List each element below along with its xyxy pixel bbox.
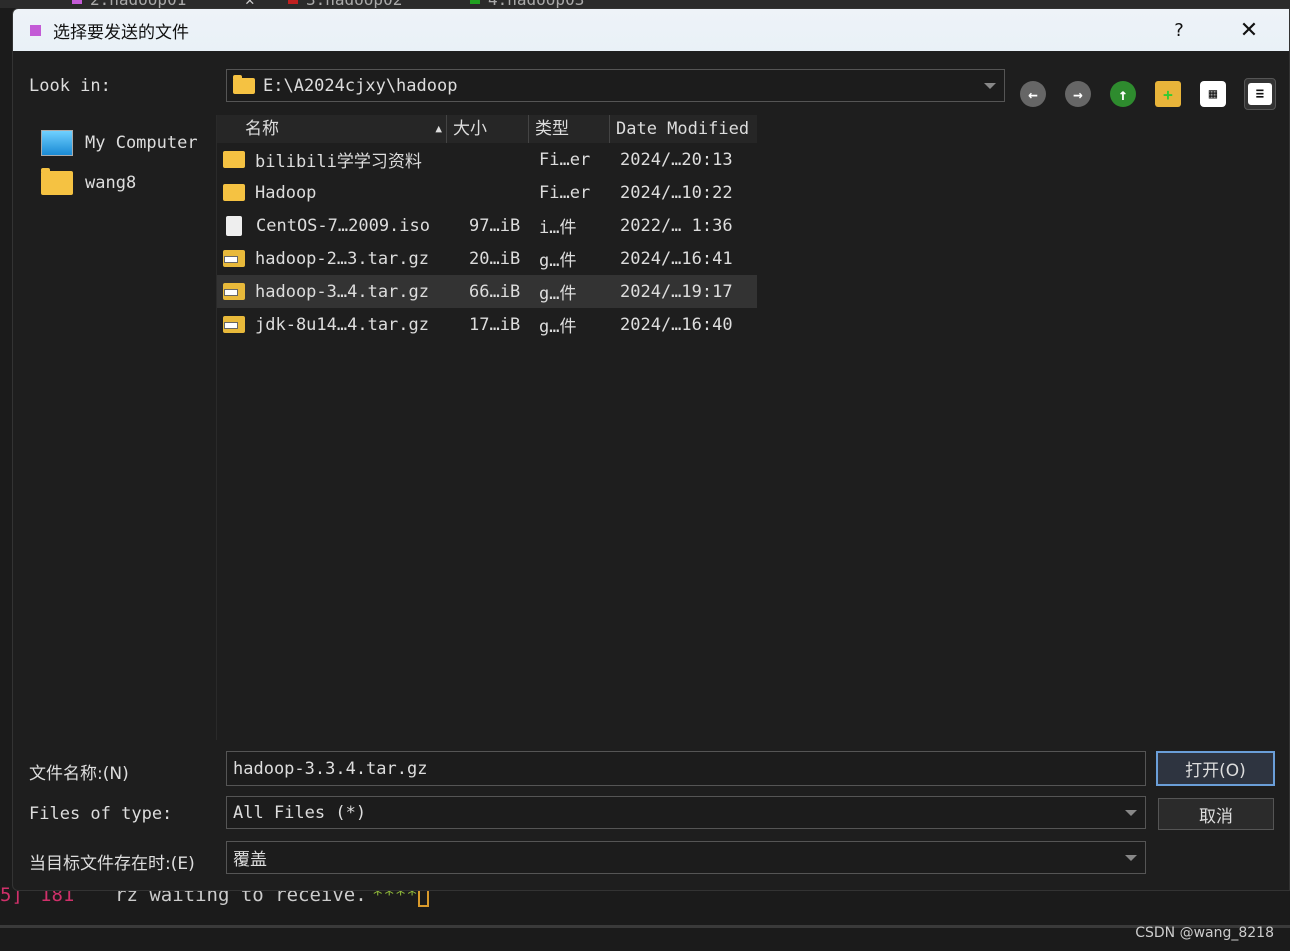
archive-icon xyxy=(223,316,245,333)
filename-input[interactable]: hadoop-3.3.4.tar.gz xyxy=(226,751,1146,786)
computer-icon xyxy=(41,130,73,156)
file-name: jdk-8u14…4.tar.gz xyxy=(217,315,447,335)
sidebar-item-wang8[interactable]: wang8 xyxy=(29,163,214,203)
tab-hadoop01[interactable]: 2.hadoop01 xyxy=(72,0,186,8)
chevron-down-icon xyxy=(984,82,996,89)
file-name: CentOS-7…2009.iso xyxy=(217,215,447,236)
new-folder-icon[interactable]: + xyxy=(1155,81,1181,107)
file-row[interactable]: jdk-8u14…4.tar.gz 17…iB g…件 2024/…16:40 xyxy=(217,308,757,341)
file-type: Fi…er xyxy=(539,149,591,170)
tab-hadoop02[interactable]: 3.hadoop02 xyxy=(288,0,402,8)
terminal-tabs: 2.hadoop01 ✕ 3.hadoop02 4.hadoop03 xyxy=(0,0,1290,8)
exists-combo[interactable]: 覆盖 xyxy=(226,841,1146,874)
divider xyxy=(0,925,1290,928)
file-date: 2024/…16:41 xyxy=(620,248,733,269)
back-icon[interactable]: ← xyxy=(1020,81,1046,107)
detail-view-icon[interactable]: ≡ xyxy=(1244,78,1276,110)
folder-icon xyxy=(233,74,255,94)
cancel-button[interactable]: 取消 xyxy=(1158,798,1274,830)
up-icon[interactable]: ↑ xyxy=(1110,81,1136,107)
column-date[interactable]: Date Modified xyxy=(610,115,757,143)
file-list: 名称 ▲ 大小 类型 Date Modified bilibili学学习资料 Fi… xyxy=(216,115,1276,740)
filetype-combo[interactable]: All Files (*) xyxy=(226,796,1146,829)
file-row[interactable]: CentOS-7…2009.iso 97…iB i…件 2022/… 1:36 xyxy=(217,209,757,242)
look-in-combo[interactable]: E:\A2024cjxy\hadoop xyxy=(226,69,1005,102)
file-name: hadoop-3…4.tar.gz xyxy=(217,282,447,302)
file-size: 66…iB xyxy=(469,281,521,302)
forward-icon[interactable]: → xyxy=(1065,81,1091,107)
file-size: 97…iB xyxy=(469,215,521,236)
tab-hadoop03[interactable]: 4.hadoop03 xyxy=(470,0,584,8)
file-row[interactable]: hadoop-3…4.tar.gz 66…iB g…件 2024/…19:17 xyxy=(217,275,757,308)
folder-icon xyxy=(41,168,73,195)
filename-label: 文件名称:(N) xyxy=(29,764,129,784)
file-date: 2024/…16:40 xyxy=(620,314,733,335)
file-date: 2024/…19:17 xyxy=(620,281,733,302)
tab-close-icon[interactable]: ✕ xyxy=(245,0,255,8)
iso-file-icon xyxy=(226,215,242,236)
title-bar: 选择要发送的文件 ? ✕ xyxy=(13,9,1289,51)
open-button[interactable]: 打开(O) xyxy=(1156,751,1275,786)
sidebar: My Computer wang8 xyxy=(29,115,214,740)
list-header: 名称 ▲ 大小 类型 Date Modified xyxy=(217,115,757,143)
chevron-down-icon xyxy=(1125,809,1137,816)
sidebar-item-my-computer[interactable]: My Computer xyxy=(29,123,214,163)
column-type[interactable]: 类型 xyxy=(529,115,610,143)
file-type: g…件 xyxy=(539,317,577,337)
file-date: 2022/… 1:36 xyxy=(620,215,733,236)
icon-view-icon[interactable]: ▦ xyxy=(1200,81,1226,107)
column-name[interactable]: 名称 ▲ xyxy=(217,115,447,143)
close-button[interactable]: ✕ xyxy=(1209,18,1289,43)
file-row[interactable]: bilibili学学习资料 Fi…er 2024/…20:13 xyxy=(217,143,757,176)
file-type: g…件 xyxy=(539,251,577,271)
folder-icon xyxy=(223,151,245,168)
file-size: 20…iB xyxy=(469,248,521,269)
file-row[interactable]: Hadoop Fi…er 2024/…10:22 xyxy=(217,176,757,209)
file-type: i…件 xyxy=(539,218,577,238)
file-size: 17…iB xyxy=(469,314,521,335)
file-type: Fi…er xyxy=(539,182,591,203)
exists-label: 当目标文件存在时:(E) xyxy=(29,854,195,874)
help-button[interactable]: ? xyxy=(1149,20,1209,41)
sort-asc-icon: ▲ xyxy=(435,122,442,135)
file-name: hadoop-2…3.tar.gz xyxy=(217,249,447,269)
app-icon xyxy=(30,24,41,36)
archive-icon xyxy=(223,283,245,300)
look-in-label: Look in: xyxy=(29,76,111,96)
file-dialog: 选择要发送的文件 ? ✕ Look in: E:\A2024cjxy\hadoo… xyxy=(12,8,1290,891)
filetype-label: Files of type: xyxy=(29,804,173,824)
file-name: Hadoop xyxy=(217,183,447,203)
file-name: bilibili学学习资料 xyxy=(217,147,447,172)
chevron-down-icon xyxy=(1125,854,1137,861)
file-date: 2024/…20:13 xyxy=(620,149,733,170)
file-type: g…件 xyxy=(539,284,577,304)
file-row[interactable]: hadoop-2…3.tar.gz 20…iB g…件 2024/…16:41 xyxy=(217,242,757,275)
file-date: 2024/…10:22 xyxy=(620,182,733,203)
archive-icon xyxy=(223,250,245,267)
column-size[interactable]: 大小 xyxy=(447,115,529,143)
dialog-title: 选择要发送的文件 xyxy=(53,22,189,43)
folder-icon xyxy=(223,184,245,201)
